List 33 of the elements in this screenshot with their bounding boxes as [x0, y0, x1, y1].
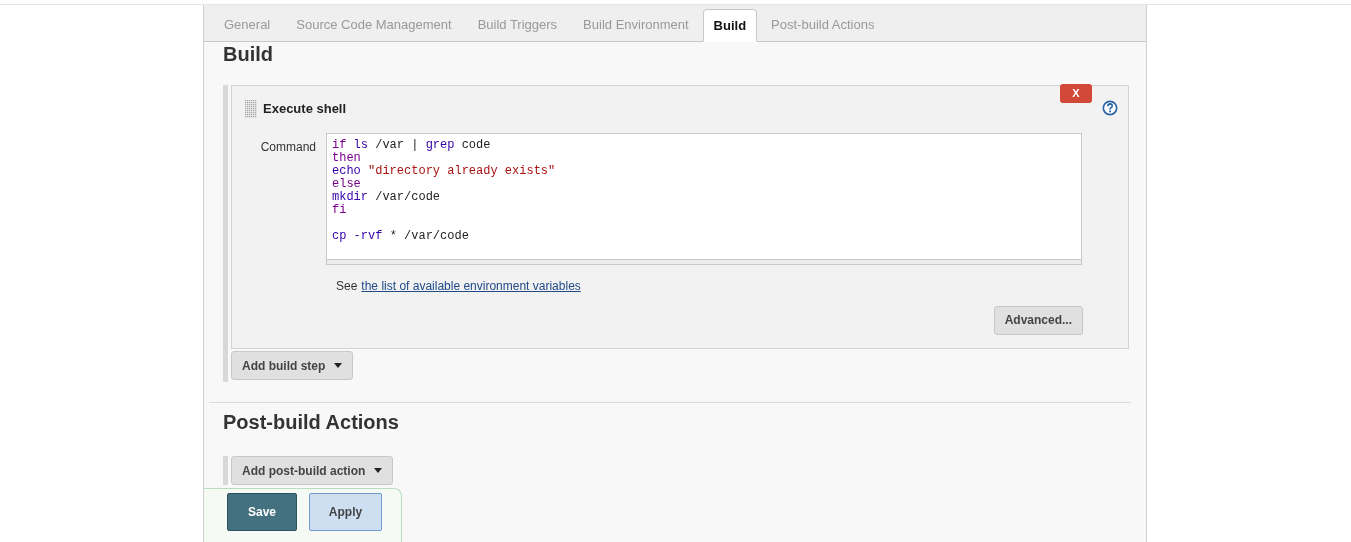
code-token: code	[461, 137, 491, 152]
environment-variables-link[interactable]: the list of available environment variables	[361, 276, 581, 295]
code-token: /var |	[375, 137, 419, 152]
caret-icon	[334, 363, 343, 368]
code-token: "directory already exists"	[368, 163, 556, 178]
advanced-button[interactable]: Advanced...	[993, 305, 1083, 335]
code-token: * /var/code	[389, 228, 469, 243]
section-heading: Post-build Actions	[223, 412, 400, 435]
field-label: Command	[259, 138, 317, 156]
code-token: grep	[425, 137, 455, 152]
code-token: fi	[332, 202, 347, 217]
code-token: mkdir	[332, 189, 368, 204]
tab[interactable]: Build	[702, 9, 758, 42]
code-token: cp	[332, 228, 347, 243]
apply-button[interactable]: Apply	[309, 493, 382, 531]
save-button[interactable]: Save	[227, 493, 297, 531]
code-token: then	[332, 150, 361, 165]
hint-text: See	[336, 277, 358, 295]
section-heading: Build	[223, 42, 274, 67]
code-token: /var/code	[375, 189, 441, 204]
code-token: else	[332, 176, 361, 191]
help-icon[interactable]	[1102, 100, 1118, 116]
command-field[interactable]: if ls /var | grep code then echo "directory already exists" else mkdir /var/code fi cp -rvf * /var/code	[326, 132, 1082, 265]
code-token: ls	[353, 137, 368, 152]
code-token: -rvf	[353, 228, 383, 243]
code-token: echo	[332, 163, 361, 178]
delete-button[interactable]: X	[1060, 84, 1092, 103]
drag-handle-icon[interactable]	[245, 99, 257, 118]
code-token: if	[332, 137, 347, 152]
step-title: Execute shell	[263, 100, 347, 118]
add-build-step-button[interactable]: Add build step	[231, 351, 354, 380]
add-post-build-action-button[interactable]: Add post-build action	[231, 456, 394, 485]
caret-icon	[374, 468, 383, 473]
